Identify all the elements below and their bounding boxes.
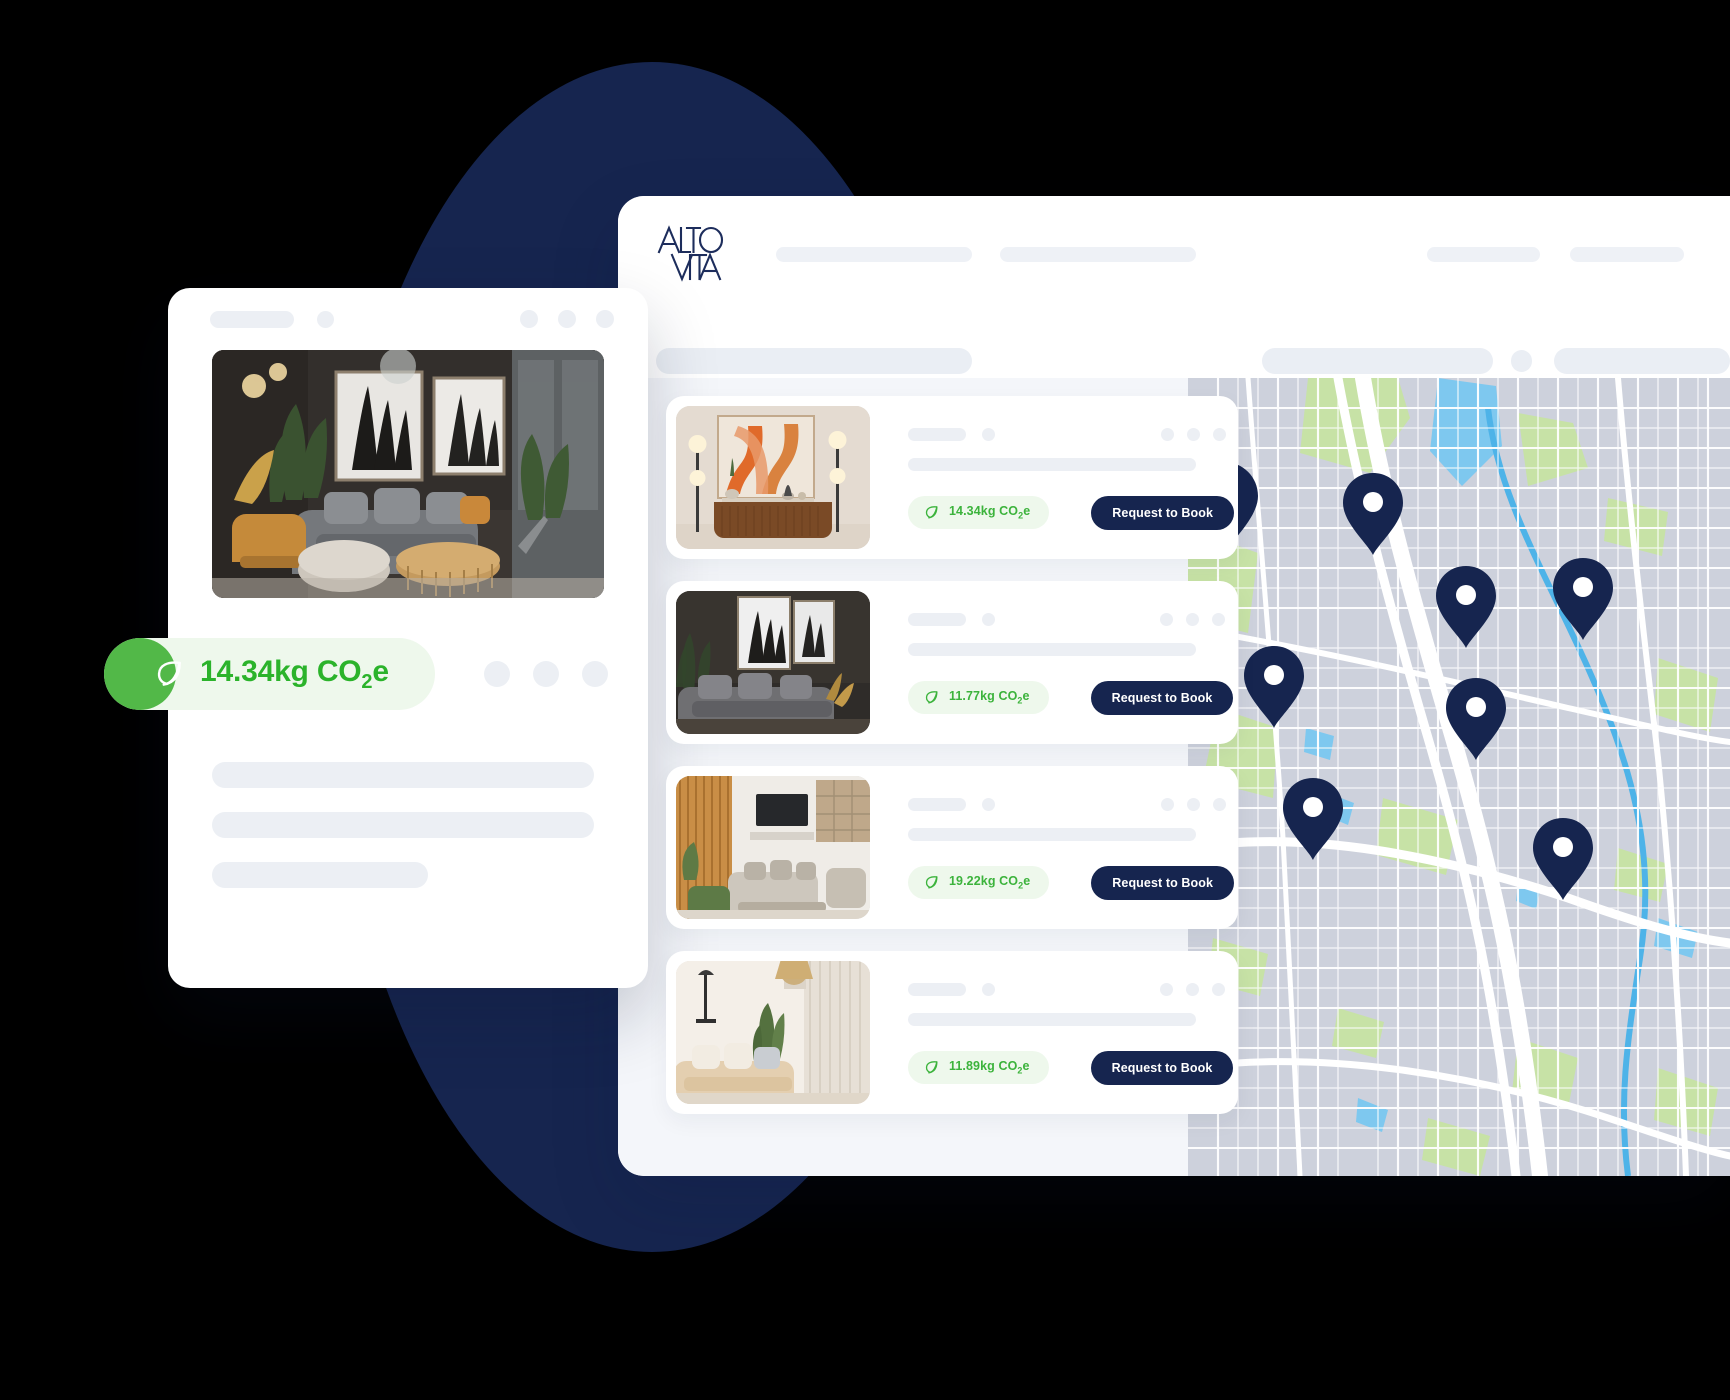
leaf-icon <box>923 874 940 891</box>
dot-icon <box>533 661 559 687</box>
detail-line-1 <box>212 762 594 788</box>
nav-skeleton-1[interactable] <box>776 246 972 262</box>
listing-subtitle-placeholder <box>908 1012 1196 1026</box>
filter-placeholder-2[interactable] <box>1262 348 1493 374</box>
listing-details: 19.22kg CO2e Request to Book <box>870 776 1235 919</box>
listing-badge-placeholder <box>982 797 995 811</box>
altovita-logo[interactable] <box>656 219 730 289</box>
nav-skeleton-3[interactable] <box>1427 246 1540 262</box>
detail-text-placeholders <box>212 762 604 888</box>
dot-icon <box>484 661 510 687</box>
listing-subtitle-placeholder <box>908 642 1196 656</box>
dot-icon <box>1213 797 1227 811</box>
detail-co2-row: 14.34kg CO2e <box>104 638 648 710</box>
dot-icon <box>558 310 576 328</box>
detail-gallery-dots[interactable] <box>484 661 608 687</box>
dot-icon <box>582 661 608 687</box>
request-to-book-button[interactable]: Request to Book <box>1091 495 1235 530</box>
leaf-icon <box>923 689 940 706</box>
filter-icon-placeholder[interactable] <box>1510 350 1533 372</box>
listing-options-dots[interactable] <box>1160 612 1233 626</box>
detail-hero-photo[interactable] <box>212 350 604 598</box>
dot-icon <box>1160 982 1174 996</box>
leaf-icon <box>923 504 940 521</box>
co2-value-large: 14.34kg CO2e <box>200 654 389 693</box>
nav-placeholder-group <box>776 246 1196 262</box>
scene: 14.34kg CO2e Request to Book 11.77kg CO2… <box>0 0 1730 1400</box>
listing-options-dots[interactable] <box>1161 427 1234 441</box>
dot-icon <box>1187 797 1201 811</box>
nav-right-group <box>1427 246 1730 262</box>
dot-icon <box>596 310 614 328</box>
leaf-icon <box>152 657 186 691</box>
listing-details: 14.34kg CO2e Request to Book <box>870 406 1235 549</box>
listing-card[interactable]: 14.34kg CO2e Request to Book <box>666 396 1238 559</box>
listing-card[interactable]: 11.89kg CO2e Request to Book <box>666 951 1238 1114</box>
listing-options-dots[interactable] <box>1161 797 1234 811</box>
listing-details: 11.89kg CO2e Request to Book <box>870 961 1234 1104</box>
dot-icon <box>1213 427 1227 441</box>
dot-icon <box>1212 612 1226 626</box>
nav-skeleton-2[interactable] <box>1000 246 1196 262</box>
search-results-window: 14.34kg CO2e Request to Book 11.77kg CO2… <box>618 196 1730 1176</box>
property-detail-card: 14.34kg CO2e <box>104 288 648 988</box>
request-to-book-button[interactable]: Request to Book <box>1090 1050 1234 1085</box>
leaf-icon <box>923 1059 940 1076</box>
listing-title-placeholder <box>908 612 966 626</box>
listing-thumbnail[interactable] <box>676 591 870 734</box>
co2-value: 11.77kg CO2e <box>949 689 1030 706</box>
listing-list: 14.34kg CO2e Request to Book 11.77kg CO2… <box>618 378 1238 1176</box>
dot-icon <box>1186 612 1200 626</box>
listing-subtitle-placeholder <box>908 457 1196 471</box>
listing-card[interactable]: 11.77kg CO2e Request to Book <box>666 581 1238 744</box>
nav-skeleton-4[interactable] <box>1570 246 1684 262</box>
dot-icon <box>520 310 538 328</box>
dot-icon <box>1161 427 1175 441</box>
filter-bar <box>618 312 1730 378</box>
listing-options-dots[interactable] <box>1160 982 1233 996</box>
listing-thumbnail[interactable] <box>676 961 870 1104</box>
listing-card[interactable]: 19.22kg CO2e Request to Book <box>666 766 1238 929</box>
detail-line-2 <box>212 812 594 838</box>
detail-title-placeholder <box>210 310 294 328</box>
detail-badge-placeholder <box>317 310 334 328</box>
listing-thumbnail[interactable] <box>676 776 870 919</box>
filter-search-placeholder[interactable] <box>656 348 973 374</box>
request-to-book-button[interactable]: Request to Book <box>1091 865 1235 900</box>
detail-card-header <box>168 288 648 350</box>
dot-icon <box>1187 427 1201 441</box>
dot-icon <box>1160 612 1174 626</box>
app-header <box>618 196 1730 312</box>
listing-title-placeholder <box>908 427 966 441</box>
listing-details: 11.77kg CO2e Request to Book <box>870 591 1234 734</box>
listing-badge-placeholder <box>982 612 995 626</box>
request-to-book-button[interactable]: Request to Book <box>1090 680 1234 715</box>
detail-line-3 <box>212 862 428 888</box>
listing-badge-placeholder <box>982 982 995 996</box>
results-body: 14.34kg CO2e Request to Book 11.77kg CO2… <box>618 378 1730 1176</box>
detail-options-dots[interactable] <box>520 310 614 328</box>
co2-value: 14.34kg CO2e <box>949 504 1031 521</box>
dot-icon <box>1186 982 1200 996</box>
co2-badge: 14.34kg CO2e <box>908 496 1050 529</box>
co2-badge: 11.89kg CO2e <box>908 1051 1049 1084</box>
co2-badge: 11.77kg CO2e <box>908 681 1049 714</box>
listing-thumbnail[interactable] <box>676 406 870 549</box>
map-panel[interactable] <box>1188 378 1730 1176</box>
listing-title-placeholder <box>908 797 966 811</box>
dot-icon <box>1212 982 1226 996</box>
co2-badge-large: 14.34kg CO2e <box>104 638 435 710</box>
co2-value: 11.89kg CO2e <box>949 1059 1030 1076</box>
co2-value: 19.22kg CO2e <box>949 874 1031 891</box>
dot-icon <box>1161 797 1175 811</box>
co2-badge: 19.22kg CO2e <box>908 866 1050 899</box>
listing-subtitle-placeholder <box>908 827 1196 841</box>
listing-title-placeholder <box>908 982 966 996</box>
listing-badge-placeholder <box>982 427 995 441</box>
filter-placeholder-3[interactable] <box>1554 348 1730 374</box>
